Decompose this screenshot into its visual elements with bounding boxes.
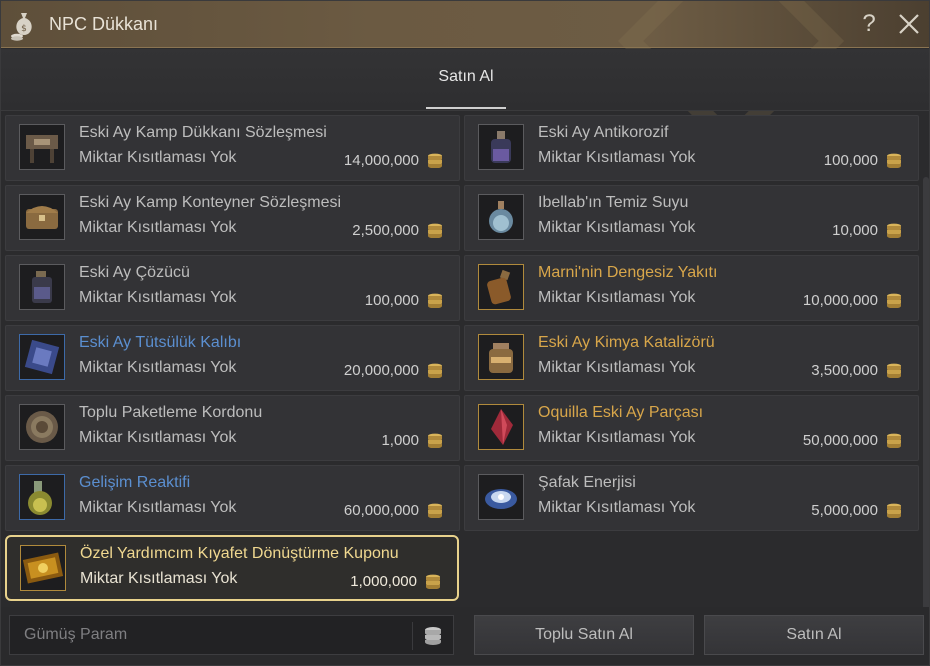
npc-shop-window: $ NPC Dükkanı ? Satın Al Eski Ay Kamp Dü… xyxy=(0,0,930,666)
coin-icon xyxy=(427,503,443,519)
question-icon[interactable]: ? xyxy=(858,10,880,38)
coin-icon xyxy=(427,363,443,379)
silver-money-field[interactable]: Gümüş Param xyxy=(9,615,454,655)
item-name: Eski Ay Çözücü xyxy=(79,264,190,281)
item-limit: Miktar Kısıtlaması Yok xyxy=(80,570,238,587)
item-name: Eski Ay Kimya Katalizörü xyxy=(538,334,715,351)
coin-icon xyxy=(886,503,902,519)
crystal-shard-icon xyxy=(478,404,524,450)
coin-icon xyxy=(427,153,443,169)
item-price: 1,000,000 xyxy=(350,573,417,590)
item-price: 10,000 xyxy=(832,222,878,239)
money-bag-icon: $ xyxy=(9,9,39,41)
item-price: 3,500,000 xyxy=(811,362,878,379)
shop-item[interactable]: Eski Ay Antikorozif Miktar Kısıtlaması Yo… xyxy=(464,115,919,181)
item-name: Şafak Enerjisi xyxy=(538,474,636,491)
incense-mold-icon xyxy=(19,334,65,380)
shop-item[interactable]: Marni'nin Dengesiz Yakıtı Miktar Kısıtlam… xyxy=(464,255,919,321)
item-name: Özel Yardımcım Kıyafet Dönüştürme Kuponu xyxy=(80,545,399,562)
shop-item[interactable]: Toplu Paketleme Kordonu Miktar Kısıtlamas… xyxy=(5,395,460,461)
item-name: Gelişim Reaktifi xyxy=(79,474,191,491)
item-limit: Miktar Kısıtlaması Yok xyxy=(79,149,237,166)
coin-icon xyxy=(427,433,443,449)
shop-item[interactable]: Eski Ay Çözücü Miktar Kısıtlaması Yok 100,… xyxy=(5,255,460,321)
silver-money-label: Gümüş Param xyxy=(24,626,128,643)
coin-icon xyxy=(886,153,902,169)
coin-icon xyxy=(886,363,902,379)
item-name: Toplu Paketleme Kordonu xyxy=(79,404,263,421)
item-price: 5,000,000 xyxy=(811,502,878,519)
item-limit: Miktar Kısıtlaması Yok xyxy=(538,359,696,376)
shop-item[interactable]: Eski Ay Kimya Katalizörü Miktar Kısıtlama… xyxy=(464,325,919,391)
camp-shop-icon xyxy=(19,124,65,170)
item-limit: Miktar Kısıtlaması Yok xyxy=(79,499,237,516)
item-limit: Miktar Kısıtlaması Yok xyxy=(79,429,237,446)
coin-icon xyxy=(427,223,443,239)
footer: Gümüş Param Toplu Satın Al Satın Al xyxy=(1,607,929,665)
item-limit: Miktar Kısıtlaması Yok xyxy=(538,149,696,166)
water-bottle-icon xyxy=(478,194,524,240)
coin-icon xyxy=(427,293,443,309)
tab-bar: Satın Al xyxy=(1,49,929,111)
item-name: Marni'nin Dengesiz Yakıtı xyxy=(538,264,718,281)
solvent-jar-icon xyxy=(19,264,65,310)
chest-icon xyxy=(19,194,65,240)
shop-item[interactable]: Oquilla Eski Ay Parçası Miktar Kısıtlamas… xyxy=(464,395,919,461)
divider xyxy=(412,622,413,650)
item-name: Oquilla Eski Ay Parçası xyxy=(538,404,704,421)
reagent-flask-icon xyxy=(19,474,65,520)
item-limit: Miktar Kısıtlaması Yok xyxy=(79,219,237,236)
shop-item[interactable]: Ibellab'ın Temiz Suyu Miktar Kısıtlaması … xyxy=(464,185,919,251)
close-icon[interactable] xyxy=(897,12,921,36)
item-name: Eski Ay Tütsülük Kalıbı xyxy=(79,334,242,351)
bulk-buy-button[interactable]: Toplu Satın Al xyxy=(474,615,694,655)
shop-item-selected[interactable]: Özel Yardımcım Kıyafet Dönüştürme Kuponu… xyxy=(5,535,459,601)
window-title: NPC Dükkanı xyxy=(49,14,159,34)
item-price: 100,000 xyxy=(823,152,878,169)
coin-icon xyxy=(886,293,902,309)
item-name: Eski Ay Kamp Dükkanı Sözleşmesi xyxy=(79,124,327,141)
shop-item[interactable]: Şafak Enerjisi Miktar Kısıtlaması Yok 5,00… xyxy=(464,465,919,531)
coin-stack-icon xyxy=(423,626,443,645)
fuel-bottle-icon xyxy=(478,264,524,310)
svg-text:$: $ xyxy=(21,24,27,34)
item-limit: Miktar Kısıtlaması Yok xyxy=(79,359,237,376)
item-name: Ibellab'ın Temiz Suyu xyxy=(538,194,689,211)
scrollbar[interactable] xyxy=(921,113,929,665)
item-price: 14,000,000 xyxy=(343,152,419,169)
coin-icon xyxy=(886,433,902,449)
scroll-thumb[interactable] xyxy=(923,177,929,665)
item-price: 100,000 xyxy=(364,292,419,309)
tab-buy[interactable]: Satın Al xyxy=(426,49,506,109)
title-bar[interactable]: $ NPC Dükkanı ? xyxy=(1,1,929,155)
shop-item[interactable]: Gelişim Reaktifi Miktar Kısıtlaması Yok 60… xyxy=(5,465,460,531)
item-price: 1,000 xyxy=(381,432,419,449)
dawn-energy-icon xyxy=(478,474,524,520)
coupon-icon xyxy=(20,545,66,591)
item-price: 10,000,000 xyxy=(802,292,878,309)
shop-item[interactable]: Eski Ay Kamp Konteyner Sözleşmesi Miktar … xyxy=(5,185,460,251)
item-limit: Miktar Kısıtlaması Yok xyxy=(79,289,237,306)
item-limit: Miktar Kısıtlaması Yok xyxy=(538,289,696,306)
item-limit: Miktar Kısıtlaması Yok xyxy=(538,499,696,516)
item-name: Eski Ay Kamp Konteyner Sözleşmesi xyxy=(79,194,342,211)
item-limit: Miktar Kısıtlaması Yok xyxy=(538,429,696,446)
buy-button[interactable]: Satın Al xyxy=(704,615,924,655)
potion-bottle-icon xyxy=(478,124,524,170)
shop-item[interactable]: Eski Ay Kamp Dükkanı Sözleşmesi Miktar Kı… xyxy=(5,115,460,181)
item-list[interactable]: Eski Ay Kamp Dükkanı Sözleşmesi Miktar Kı… xyxy=(1,111,919,607)
item-price: 50,000,000 xyxy=(802,432,878,449)
coin-icon xyxy=(886,223,902,239)
coin-icon xyxy=(425,574,441,590)
catalyst-jar-icon xyxy=(478,334,524,380)
item-price: 20,000,000 xyxy=(343,362,419,379)
item-limit: Miktar Kısıtlaması Yok xyxy=(538,219,696,236)
shop-item[interactable]: Eski Ay Tütsülük Kalıbı Miktar Kısıtlamas… xyxy=(5,325,460,391)
item-price: 2,500,000 xyxy=(352,222,419,239)
rope-coil-icon xyxy=(19,404,65,450)
item-name: Eski Ay Antikorozif xyxy=(538,124,669,141)
item-price: 60,000,000 xyxy=(343,502,419,519)
